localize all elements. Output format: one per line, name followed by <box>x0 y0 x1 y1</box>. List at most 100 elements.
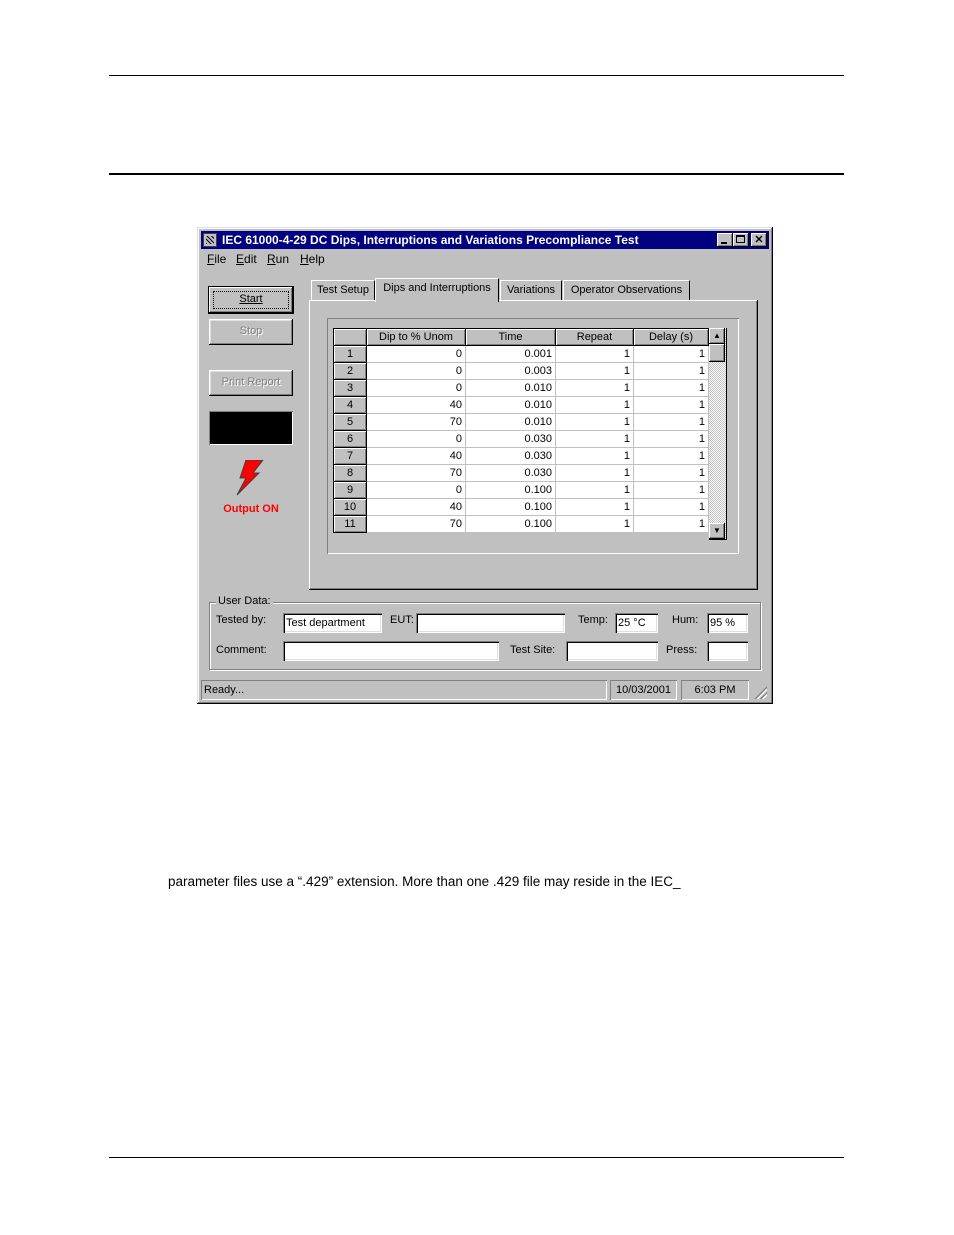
window-title: IEC 61000-4-29 DC Dips, Interruptions an… <box>222 233 639 247</box>
comment-label: Comment: <box>216 644 267 656</box>
row-header[interactable]: 9 <box>333 481 367 499</box>
grid-cell[interactable]: 70 <box>366 413 466 431</box>
menu-run[interactable]: Run <box>267 252 289 266</box>
row-header[interactable]: 8 <box>333 464 367 482</box>
table-row: 10 40 0.100 1 1 <box>333 498 709 516</box>
grid-cell[interactable]: 0.010 <box>465 379 556 397</box>
grid-cell[interactable]: 1 <box>633 498 709 516</box>
table-row: 3 0 0.010 1 1 <box>333 379 709 397</box>
row-header[interactable]: 11 <box>333 515 367 533</box>
grid-scrollbar[interactable]: ▲ ▼ <box>709 328 727 540</box>
grid-cell[interactable]: 0.030 <box>465 430 556 448</box>
maximize-button[interactable] <box>733 233 749 247</box>
grid-cell[interactable]: 0.001 <box>465 345 556 363</box>
grid-cell[interactable]: 1 <box>633 379 709 397</box>
grid-corner[interactable] <box>333 328 367 346</box>
grid-cell[interactable]: 1 <box>633 515 709 533</box>
grid-cell[interactable]: 0.030 <box>465 447 556 465</box>
grid-cell[interactable]: 1 <box>555 413 634 431</box>
print-report-button[interactable]: Print Report <box>209 370 293 396</box>
tab-variations[interactable]: Variations <box>500 280 562 300</box>
grid-cell[interactable]: 0.010 <box>465 396 556 414</box>
row-header[interactable]: 4 <box>333 396 367 414</box>
column-header[interactable]: Time <box>465 328 556 346</box>
lightning-bolt-icon <box>236 460 264 496</box>
grid-cell[interactable]: 1 <box>633 447 709 465</box>
grid-cell[interactable]: 1 <box>555 498 634 516</box>
grid-cell[interactable]: 0.010 <box>465 413 556 431</box>
scroll-thumb[interactable] <box>709 344 725 362</box>
scroll-down-arrow-icon[interactable]: ▼ <box>709 523 725 539</box>
press-input[interactable] <box>707 641 748 661</box>
grid-cell[interactable]: 1 <box>555 430 634 448</box>
grid-cell[interactable]: 0.100 <box>465 498 556 516</box>
row-header[interactable]: 7 <box>333 447 367 465</box>
tab-label: Dips and Interruptions <box>383 282 491 294</box>
grid-cell[interactable]: 1 <box>633 345 709 363</box>
grid-cell[interactable]: 1 <box>633 430 709 448</box>
stop-button[interactable]: Stop <box>209 319 293 345</box>
comment-input[interactable] <box>283 641 499 661</box>
menu-help-label: Help <box>300 252 325 266</box>
grid-cell[interactable]: 1 <box>633 464 709 482</box>
eut-input[interactable] <box>416 613 565 633</box>
grid-cell[interactable]: 1 <box>633 481 709 499</box>
dips-grid[interactable]: Dip to % Unom Time Repeat Delay (s) 1 0 0.… <box>333 328 709 533</box>
grid-cell[interactable]: 1 <box>555 481 634 499</box>
menu-edit-label: Edit <box>236 252 257 266</box>
menu-edit[interactable]: Edit <box>236 252 257 266</box>
grid-cell[interactable]: 1 <box>633 396 709 414</box>
temp-input[interactable] <box>615 613 658 633</box>
grid-cell[interactable]: 1 <box>555 464 634 482</box>
row-header[interactable]: 3 <box>333 379 367 397</box>
close-button[interactable]: ✕ <box>751 233 767 247</box>
grid-cell[interactable]: 1 <box>555 396 634 414</box>
tab-dips-and-interruptions[interactable]: Dips and Interruptions <box>375 278 499 302</box>
grid-cell[interactable]: 0.030 <box>465 464 556 482</box>
grid-cell[interactable]: 1 <box>633 413 709 431</box>
tested-by-input[interactable] <box>283 613 382 633</box>
grid-cell[interactable]: 0 <box>366 430 466 448</box>
grid-cell[interactable]: 1 <box>555 515 634 533</box>
test-site-input[interactable] <box>566 641 658 661</box>
tab-test-setup[interactable]: Test Setup <box>311 280 375 300</box>
grid-cell[interactable]: 0 <box>366 345 466 363</box>
grid-cell[interactable]: 1 <box>555 379 634 397</box>
grid-cell[interactable]: 0.100 <box>465 481 556 499</box>
grid-cell[interactable]: 1 <box>555 447 634 465</box>
grid-cell[interactable]: 0.003 <box>465 362 556 380</box>
minimize-button[interactable] <box>717 233 733 247</box>
row-header[interactable]: 5 <box>333 413 367 431</box>
grid-cell[interactable]: 70 <box>366 515 466 533</box>
scroll-up-arrow-icon[interactable]: ▲ <box>709 328 725 344</box>
column-header[interactable]: Delay (s) <box>633 328 709 346</box>
column-header[interactable]: Repeat <box>555 328 634 346</box>
grid-cell[interactable]: 0.100 <box>465 515 556 533</box>
column-header[interactable]: Dip to % Unom <box>366 328 466 346</box>
start-button[interactable]: Start <box>209 287 293 313</box>
grid-cell[interactable]: 0 <box>366 362 466 380</box>
row-header[interactable]: 6 <box>333 430 367 448</box>
row-header[interactable]: 10 <box>333 498 367 516</box>
app-icon[interactable] <box>203 233 217 247</box>
menu-help[interactable]: Help <box>300 252 325 266</box>
footer-rule <box>109 1157 844 1158</box>
title-bar[interactable]: IEC 61000-4-29 DC Dips, Interruptions an… <box>201 231 769 249</box>
grid-cell[interactable]: 0 <box>366 379 466 397</box>
grid-cell[interactable]: 1 <box>633 362 709 380</box>
grid-cell[interactable]: 40 <box>366 447 466 465</box>
grid-cell[interactable]: 1 <box>555 362 634 380</box>
hum-input[interactable] <box>707 613 748 633</box>
menu-file[interactable]: File <box>207 252 226 266</box>
tab-operator-observations[interactable]: Operator Observations <box>563 280 690 300</box>
row-header[interactable]: 1 <box>333 345 367 363</box>
grid-cell[interactable]: 40 <box>366 396 466 414</box>
grid-cell[interactable]: 0 <box>366 481 466 499</box>
grid-cell[interactable]: 70 <box>366 464 466 482</box>
resize-grip-icon[interactable] <box>753 685 767 699</box>
close-icon: ✕ <box>754 234 764 246</box>
row-header[interactable]: 2 <box>333 362 367 380</box>
grid-cell[interactable]: 1 <box>555 345 634 363</box>
status-time: 6:03 PM <box>681 680 749 700</box>
grid-cell[interactable]: 40 <box>366 498 466 516</box>
